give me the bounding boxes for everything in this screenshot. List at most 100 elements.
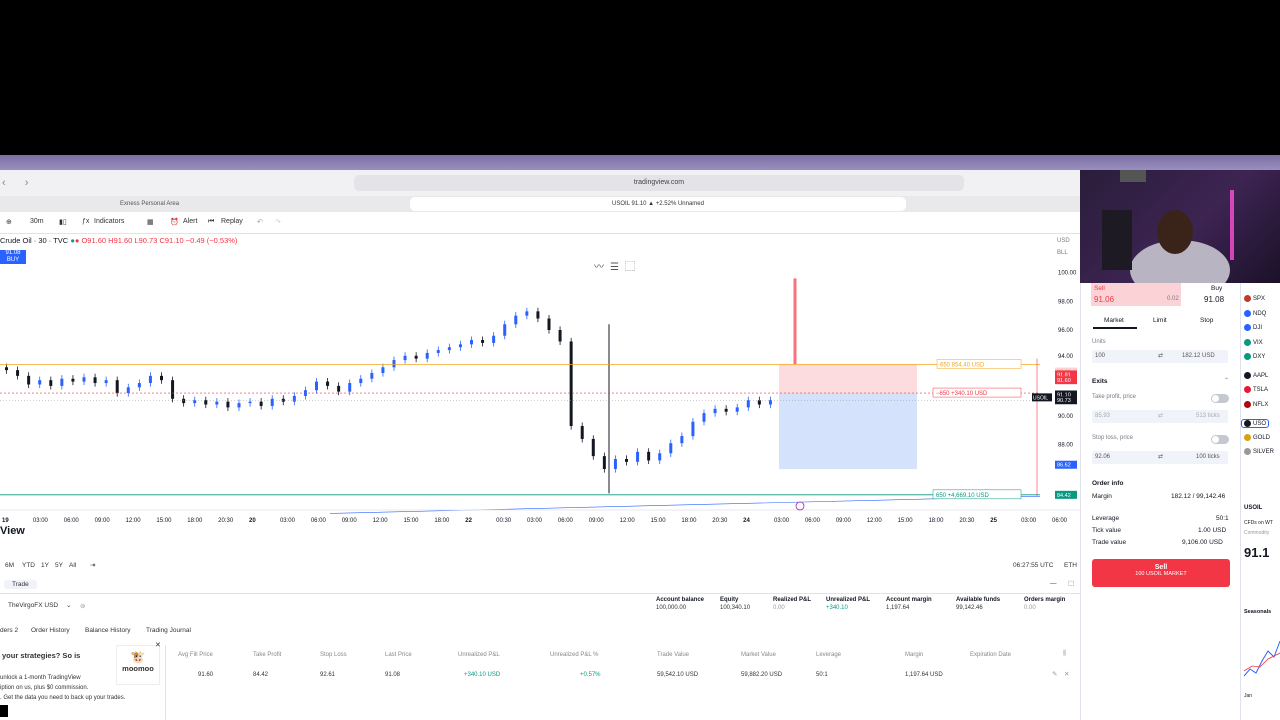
account-selector[interactable]: TheVirgoFX USD <box>8 602 58 609</box>
column-header[interactable]: Avg Fill Price <box>178 652 213 658</box>
candle[interactable] <box>115 380 119 394</box>
candle[interactable] <box>470 340 473 345</box>
column-header[interactable]: Margin <box>905 652 923 658</box>
candle[interactable] <box>669 443 673 454</box>
axis-currency[interactable]: BLL <box>1057 250 1068 256</box>
candle[interactable] <box>60 378 64 386</box>
candle[interactable] <box>713 408 717 414</box>
candle[interactable] <box>768 400 772 405</box>
sl-label[interactable]: 650 854.40 USD <box>940 362 985 368</box>
candle[interactable] <box>93 377 97 384</box>
candle[interactable] <box>104 380 108 384</box>
tp-label[interactable]: 650 +4,669.10 USD <box>936 493 990 499</box>
sl-label[interactable]: Stop loss, price <box>1092 435 1133 441</box>
maximize-icon[interactable]: ⬚ <box>1068 579 1074 587</box>
candle[interactable] <box>16 370 20 376</box>
indicators-button[interactable]: Indicators <box>94 218 124 225</box>
candle[interactable] <box>71 378 75 382</box>
candle[interactable] <box>757 400 761 405</box>
candle[interactable] <box>337 385 341 392</box>
candle[interactable] <box>204 400 208 405</box>
layout-icon[interactable]: ▦ <box>147 218 154 226</box>
column-header[interactable]: Trade Value <box>657 652 689 658</box>
close-position-icon[interactable]: ✕ <box>1064 670 1069 678</box>
units-label[interactable]: Units <box>1092 339 1106 345</box>
candle[interactable] <box>392 360 396 368</box>
candle[interactable] <box>381 367 385 373</box>
candle[interactable] <box>292 395 296 402</box>
tab-trading-journal[interactable]: Trading Journal <box>146 627 191 634</box>
candle[interactable] <box>691 421 695 437</box>
swap-icon[interactable]: ⇄ <box>1158 350 1163 363</box>
candle[interactable] <box>425 352 429 359</box>
tp-swap-icon[interactable]: ⇄ <box>1158 410 1163 423</box>
settings-icon[interactable]: ⊚ <box>80 602 85 610</box>
candle[interactable] <box>370 373 374 379</box>
candle[interactable] <box>5 367 8 371</box>
column-header[interactable]: Market Value <box>741 652 776 658</box>
candle[interactable] <box>193 400 197 404</box>
sl-swap-icon[interactable]: ⇄ <box>1158 451 1163 464</box>
candle[interactable] <box>514 315 518 325</box>
candle[interactable] <box>27 375 31 385</box>
tf-5y[interactable]: 5Y <box>55 562 63 569</box>
alert-button[interactable]: Alert <box>183 218 197 225</box>
tab-market[interactable]: Market <box>1104 317 1124 324</box>
watchlist-item-dxy[interactable]: DXY <box>1244 353 1265 360</box>
column-header[interactable]: Unrealized P&L % <box>550 652 598 658</box>
column-header[interactable]: Unrealized P&L <box>458 652 500 658</box>
sl-input[interactable]: 92.06 ⇄ 100 ticks <box>1092 451 1228 464</box>
candle[interactable] <box>580 426 584 439</box>
candle[interactable] <box>625 459 628 462</box>
entry-label[interactable]: −650 +340.10 USD <box>936 391 988 397</box>
watchlist-item-vix[interactable]: VIX <box>1244 338 1263 346</box>
candle[interactable] <box>746 400 750 408</box>
tf-1y[interactable]: 1Y <box>41 562 49 569</box>
session-toggle[interactable]: ETH <box>1064 562 1077 569</box>
ad-arrow-icon[interactable] <box>0 705 8 717</box>
nav-arrows-icon[interactable]: ‹ › <box>2 177 36 189</box>
sl-toggle[interactable] <box>1211 435 1229 444</box>
candle[interactable] <box>658 453 662 461</box>
column-header[interactable]: Expiration Date <box>970 652 1011 658</box>
candle[interactable] <box>558 330 562 342</box>
sell-quote[interactable]: Sell 91.06 0.02 <box>1091 283 1181 306</box>
redo-icon[interactable]: ↷ <box>275 218 281 226</box>
candle[interactable] <box>602 456 606 470</box>
candle[interactable] <box>680 436 684 444</box>
candle[interactable] <box>547 318 551 330</box>
tf-all[interactable]: All <box>69 562 76 569</box>
candle[interactable] <box>647 451 651 461</box>
watchlist-item-tsla[interactable]: TSLA <box>1244 386 1268 393</box>
tp-input[interactable]: 85.93 ⇄ 513 ticks <box>1092 410 1228 423</box>
edit-icon[interactable]: ✎ <box>1052 670 1057 678</box>
candle[interactable] <box>126 387 130 394</box>
candle[interactable] <box>182 398 186 404</box>
candle[interactable] <box>536 311 540 319</box>
candle[interactable] <box>160 375 163 381</box>
column-header[interactable]: Stop Loss <box>320 652 347 658</box>
candle[interactable] <box>436 350 440 353</box>
candle[interactable] <box>636 451 640 462</box>
replay-button[interactable]: Replay <box>221 218 243 225</box>
interval-button[interactable]: 30m <box>30 218 44 225</box>
tab-limit[interactable]: Limit <box>1153 317 1167 324</box>
column-header[interactable]: Last Price <box>385 652 412 658</box>
candle[interactable] <box>171 380 175 399</box>
column-header[interactable]: Leverage <box>816 652 841 658</box>
candle[interactable] <box>137 383 141 388</box>
collapse-icon[interactable]: ⌃ <box>1224 377 1229 384</box>
candle[interactable] <box>525 311 529 316</box>
candle[interactable] <box>215 401 219 405</box>
candle[interactable] <box>38 380 42 385</box>
candle[interactable] <box>82 377 86 382</box>
tab-order-history[interactable]: Order History <box>31 627 70 634</box>
candle[interactable] <box>348 383 352 392</box>
tab-stop[interactable]: Stop <box>1200 317 1213 324</box>
candle[interactable] <box>248 401 252 404</box>
tf-ytd[interactable]: YTD <box>22 562 35 569</box>
candle[interactable] <box>237 403 241 408</box>
candle[interactable] <box>591 438 595 457</box>
ad-banner[interactable]: your strategies? So is 🐮 moomoo ✕ unlock… <box>0 642 166 720</box>
candle[interactable] <box>613 459 617 470</box>
